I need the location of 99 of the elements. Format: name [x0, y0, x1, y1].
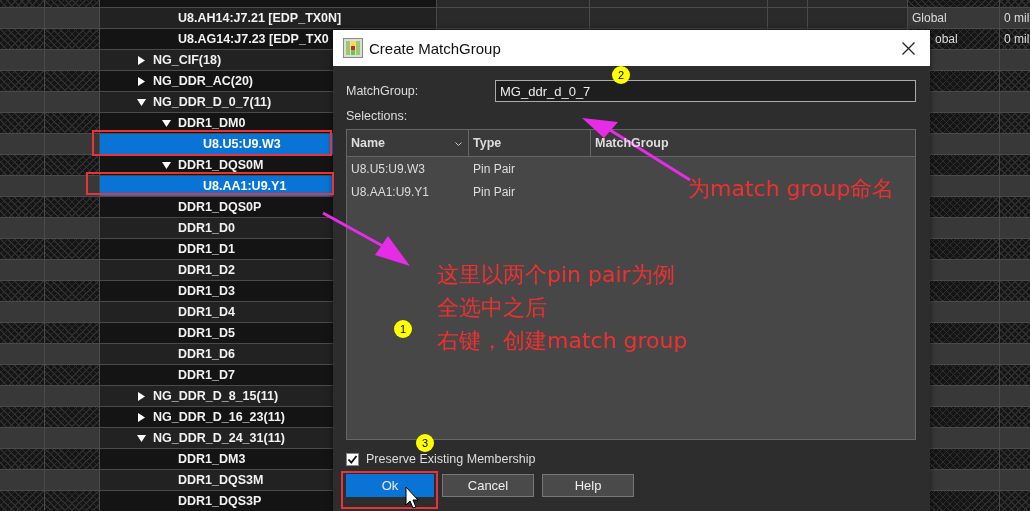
grid-cell [45, 239, 100, 259]
grid-cell [0, 29, 45, 49]
table-cell: Global [908, 8, 1000, 28]
tree-label: DDR1_D7 [178, 368, 235, 382]
tree-label: NG_DDR_D_8_15(11) [153, 389, 279, 403]
grid-cell [1000, 113, 1030, 133]
grid-cell [45, 113, 100, 133]
table-cell: 0 mil [1000, 8, 1030, 28]
expanded-caret-icon[interactable] [137, 434, 146, 443]
grid-cell [45, 71, 100, 91]
grid-cell [1000, 260, 1030, 280]
grid-cell [0, 407, 45, 427]
grid-cell [1000, 218, 1030, 238]
grid-cell [1000, 491, 1030, 511]
tree-label: NG_CIF(18) [153, 53, 222, 67]
grid-cell [0, 491, 45, 511]
grid-cell [1000, 71, 1030, 91]
grid-cell [1000, 323, 1030, 343]
grid-cell [1000, 134, 1030, 154]
grid-cell [1000, 365, 1030, 385]
tree-label: U8.AG14:J7.23 [EDP_TX0 [178, 32, 329, 46]
table-cell: 0 mil [1000, 29, 1030, 49]
tree-label: DDR1_DM0 [178, 116, 246, 130]
cursor-icon [405, 486, 419, 509]
grid-cell [1000, 281, 1030, 301]
grid-cell [1000, 197, 1030, 217]
tree-label: NG_DDR_D_24_31(11) [153, 431, 285, 445]
checkbox[interactable] [346, 452, 359, 466]
tree-row[interactable]: U8.AH14:J7.21 [EDP_TX0N] [100, 8, 437, 28]
grid-cell [45, 197, 100, 217]
tree-label: DDR1_DQS0M [178, 158, 264, 172]
expanded-caret-icon[interactable] [162, 161, 171, 170]
grid-cell [0, 113, 45, 133]
grid-cell [0, 71, 45, 91]
tree-label: NG_DDR_AC(20) [153, 74, 254, 88]
table-cell-text: U8.U5:U9.W3 [350, 161, 427, 176]
grid-cell [1000, 428, 1030, 448]
annotation-text: 为match group命名 [688, 175, 895, 203]
table-cell-text: U8.AA1:U9.Y1 [350, 184, 431, 199]
column-header[interactable]: Type [469, 130, 591, 156]
column-header[interactable]: Name [347, 130, 469, 156]
matchgroup-name-field[interactable]: MG_ddr_d_0_7 [495, 80, 916, 102]
sort-caret-icon [455, 142, 462, 146]
grid-cell [1000, 344, 1030, 364]
grid-cell [45, 365, 100, 385]
grid-cell [0, 155, 45, 175]
grid-cell [0, 323, 45, 343]
tree-label: NG_DDR_D_0_7(11) [153, 95, 272, 109]
close-icon[interactable] [902, 41, 915, 55]
expanded-caret-icon[interactable] [137, 98, 146, 107]
collapsed-caret-icon[interactable] [137, 392, 146, 401]
tree-label: NG_DDR_D_16_23(11) [153, 410, 285, 424]
app-icon [343, 38, 363, 58]
grid-cell [0, 281, 45, 301]
collapsed-caret-icon[interactable] [137, 77, 146, 86]
tree-label: DDR1_D1 [178, 242, 235, 256]
grid-cell [45, 281, 100, 301]
grid-cell [1000, 239, 1030, 259]
grid-cell [1000, 449, 1030, 469]
grid-cell [45, 491, 100, 511]
grid-cell [1000, 470, 1030, 490]
dialog-button[interactable]: Ok [346, 474, 434, 497]
grid-cell [1000, 176, 1030, 196]
grid-cell [0, 365, 45, 385]
grid-cell [45, 29, 100, 49]
tree-label: DDR1_D4 [178, 305, 235, 319]
tree-label: DDR1_D2 [178, 263, 235, 277]
tree-label: DDR1_D5 [178, 326, 235, 340]
tree-label: DDR1_DM3 [178, 452, 246, 466]
grid-cell [1000, 92, 1030, 112]
table-cell-text: Pin Pair [472, 161, 516, 176]
tree-label: DDR1_D0 [178, 221, 235, 235]
tree-label: DDR1_DQS3P [178, 494, 262, 508]
tree-label: U8.AA1:U9.Y1 [203, 179, 287, 193]
tree-label: U8.AH14:J7.21 [EDP_TX0N] [178, 11, 342, 25]
grid-cell [1000, 386, 1030, 406]
tree-label: DDR1_D3 [178, 284, 235, 298]
tree-label: DDR1_DQS3M [178, 473, 264, 487]
dialog-button[interactable]: Cancel [442, 474, 534, 497]
grid-cell [45, 449, 100, 469]
tree-label: DDR1_DQS0P [178, 200, 262, 214]
grid-cell [1000, 50, 1030, 70]
table-cell-text: Pin Pair [472, 184, 516, 199]
expanded-caret-icon[interactable] [162, 119, 171, 128]
grid-cell [1000, 155, 1030, 175]
collapsed-caret-icon[interactable] [137, 413, 146, 422]
tree-label: U8.U5:U9.W3 [203, 137, 281, 151]
grid-cell [45, 407, 100, 427]
grid-cell [45, 323, 100, 343]
grid-cell [0, 197, 45, 217]
collapsed-caret-icon[interactable] [137, 56, 146, 65]
grid-cell [0, 239, 45, 259]
grid-cell [1000, 302, 1030, 322]
grid-cell [45, 155, 100, 175]
tree-label: DDR1_D6 [178, 347, 235, 361]
annotation-text: 这里以两个pin pair为例 全选中之后 右键，创建match group [437, 261, 688, 355]
grid-cell [1000, 407, 1030, 427]
grid-cell [0, 449, 45, 469]
dialog-button[interactable]: Help [542, 474, 634, 497]
